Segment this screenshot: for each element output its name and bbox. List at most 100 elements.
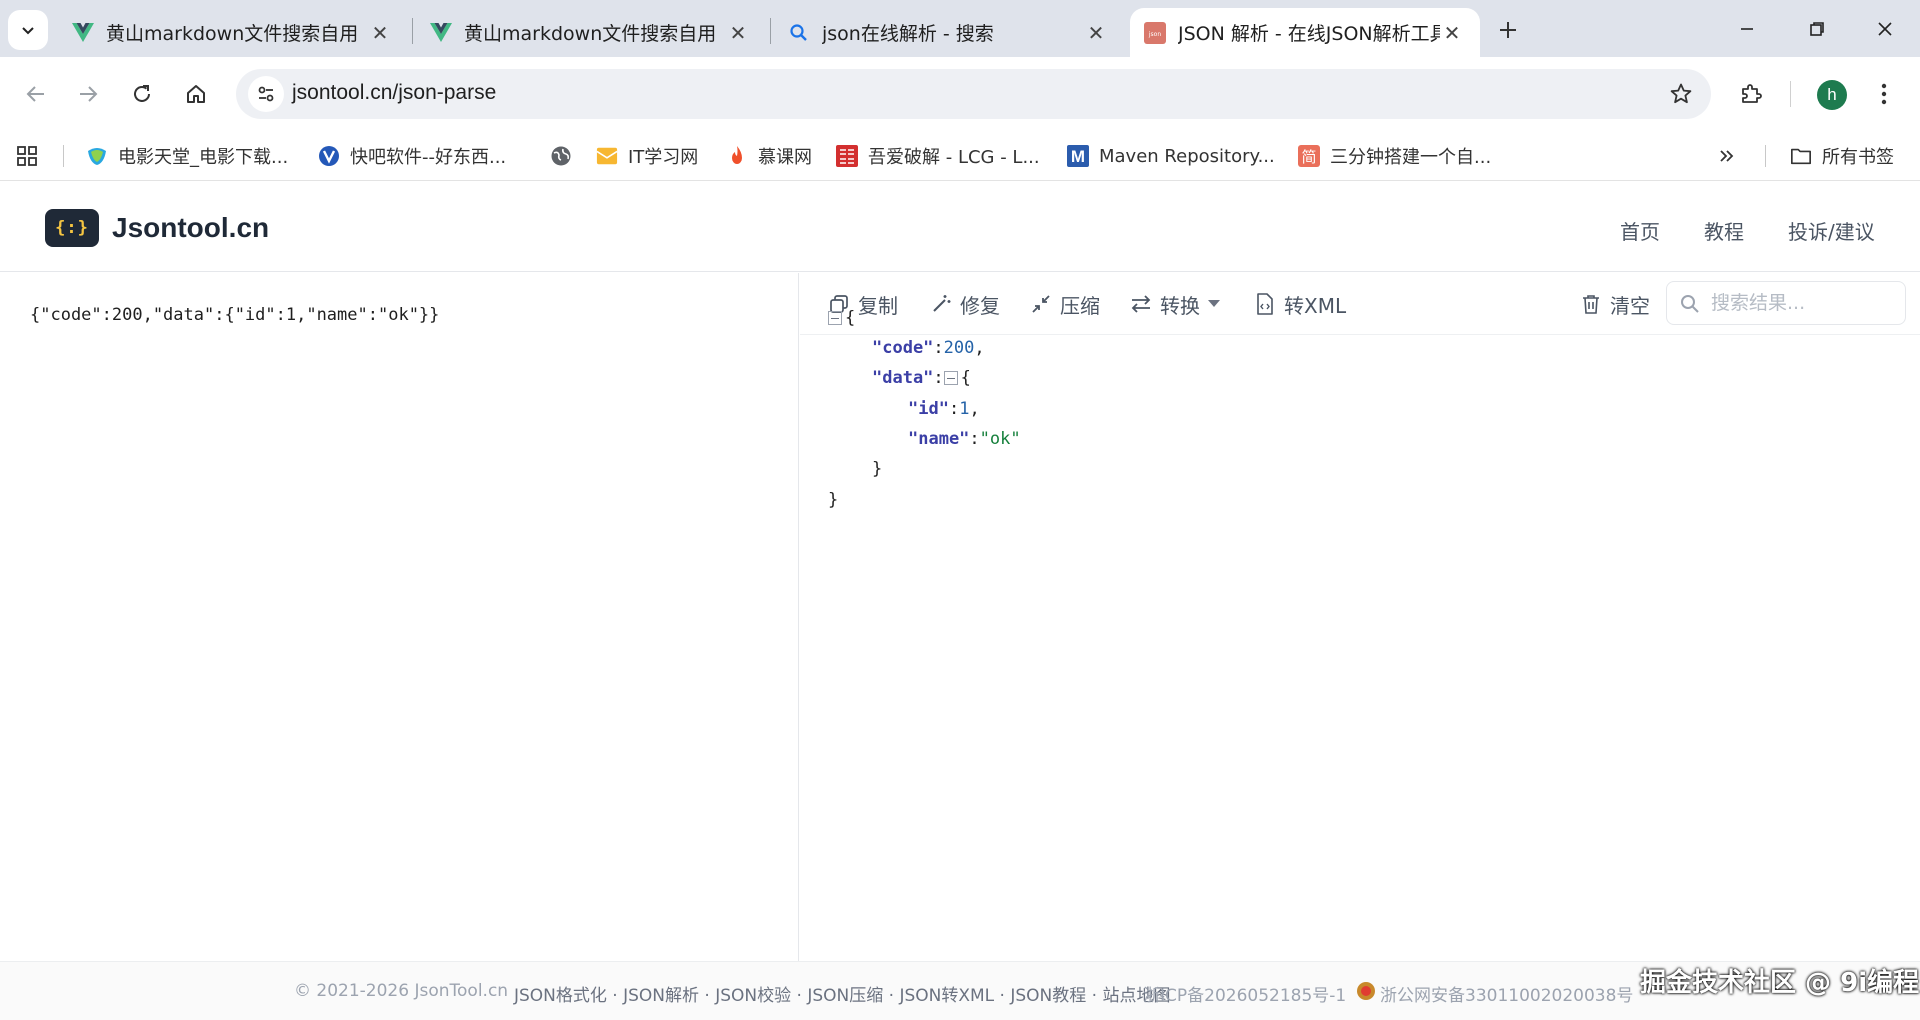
tab-search-button[interactable] [8, 10, 48, 50]
vue-icon [72, 22, 94, 44]
bookmarks-bar: 电影天堂_电影下载... 快吧软件--好东西... IT学习网 慕课网 吾爱破解… [0, 131, 1920, 181]
folder-icon [1790, 145, 1812, 167]
bookmark-kuaiba[interactable]: 快吧软件--好东西... [318, 139, 506, 173]
tab-title: json在线解析 - 搜索 [822, 23, 994, 45]
copy-label: 复制 [858, 293, 898, 318]
tab-huangshan-1[interactable]: 黄山markdown文件搜索自用 ✕ [58, 8, 408, 57]
json-site-icon: json [1144, 21, 1166, 44]
close-icon[interactable]: ✕ [726, 21, 750, 45]
tree-close-inner: } [872, 457, 882, 481]
restore-button[interactable] [1782, 0, 1852, 57]
tree-name-line: "name": "ok" [908, 429, 1021, 449]
footer-police[interactable]: 浙公网安备33011002020038号 [1380, 981, 1633, 1006]
bookmark-imooc[interactable]: 慕课网 [726, 139, 812, 173]
footer-icp[interactable]: 浙ICP备2026052185号-1 [1143, 981, 1346, 1006]
forward-button[interactable] [68, 74, 108, 114]
close-icon[interactable]: ✕ [1084, 21, 1108, 45]
collapse-toggle-icon[interactable] [828, 311, 842, 325]
reload-button[interactable] [122, 74, 162, 114]
profile-avatar[interactable]: h [1817, 80, 1847, 110]
result-search-box[interactable] [1666, 281, 1906, 325]
magic-wand-icon [930, 293, 952, 315]
convert-label: 转换 [1160, 293, 1200, 318]
all-bookmarks-folder[interactable]: 所有书签 [1790, 139, 1894, 173]
site-info-icon[interactable] [248, 76, 284, 112]
bookmark-divider [1765, 145, 1766, 167]
bookmark-globe[interactable] [550, 139, 582, 173]
json-input-editor[interactable]: {"code":200,"data":{"id":1,"name":"ok"}} [0, 273, 799, 961]
tree-string-value: "ok" [979, 429, 1021, 449]
repair-label: 修复 [960, 293, 1000, 318]
repair-button[interactable]: 修复 [930, 289, 1000, 319]
tree-data-line: "data":{ [872, 368, 971, 388]
chevron-double-right-icon [1718, 147, 1736, 165]
police-badge-icon [1356, 981, 1376, 1001]
tree-open-brace: { [845, 308, 856, 328]
browser-toolbar: jsontool.cn/json-parse [0, 57, 1920, 131]
extensions-button[interactable] [1731, 74, 1771, 114]
tree-code-line: "code":200, [872, 338, 985, 358]
bookmark-label: 慕课网 [758, 147, 812, 168]
footer-links[interactable]: JSON格式化 · JSON解析 · JSON校验 · JSON压缩 · JSO… [514, 981, 1170, 1006]
tab-json-search[interactable]: json在线解析 - 搜索 ✕ [774, 8, 1124, 57]
bookmark-label: Maven Repository... [1099, 145, 1275, 167]
apps-button[interactable] [16, 139, 38, 173]
nav-tutorial-link[interactable]: 教程 [1704, 216, 1744, 245]
arrow-left-icon [25, 83, 47, 105]
json-input-text[interactable]: {"code":200,"data":{"id":1,"name":"ok"}} [30, 305, 439, 325]
nav-feedback-link[interactable]: 投诉/建议 [1788, 216, 1875, 245]
tree-open-brace: { [960, 368, 971, 388]
bookmark-movie-heaven[interactable]: 电影天堂_电影下载... [86, 139, 288, 173]
tab-divider [770, 18, 771, 44]
compress-button[interactable]: 压缩 [1030, 289, 1100, 319]
bookmark-label: IT学习网 [628, 147, 699, 168]
close-icon[interactable]: ✕ [368, 21, 392, 45]
result-toolbar: 复制 修复 压缩 转换 转XML 清空 搜索结果... [800, 273, 1920, 335]
arrow-right-icon [77, 83, 99, 105]
bookmark-star-button[interactable] [1665, 78, 1697, 110]
tab-json-parse[interactable]: json JSON 解析 - 在线JSON解析工具 ✕ [1130, 8, 1480, 57]
jianshu-badge-text: 简 [1301, 148, 1316, 166]
bookmark-it-study[interactable]: IT学习网 [596, 139, 698, 173]
tab-huangshan-2[interactable]: 黄山markdown文件搜索自用 ✕ [416, 8, 766, 57]
menu-button[interactable] [1864, 74, 1904, 114]
url-text[interactable]: jsontool.cn/json-parse [292, 81, 496, 105]
star-icon [1669, 82, 1693, 106]
clear-button[interactable]: 清空 [1580, 289, 1650, 319]
tab-title: 黄山markdown文件搜索自用 [106, 23, 359, 45]
site-logo-text[interactable]: Jsontool.cn [112, 212, 269, 244]
tree-key: "name" [908, 429, 970, 449]
svg-text:json: json [1148, 31, 1161, 38]
bookmarks-overflow-button[interactable] [1718, 139, 1736, 173]
clear-label: 清空 [1610, 293, 1650, 318]
site-footer: © 2021-2026 JsonTool.cn JSON格式化 · JSON解析… [0, 961, 1920, 1020]
bookmark-maven[interactable]: M Maven Repository... [1067, 139, 1275, 173]
tree-root-line: { [828, 306, 855, 330]
back-button[interactable] [16, 74, 56, 114]
footer-copyright: © 2021-2026 JsonTool.cn [294, 981, 509, 1001]
address-bar[interactable]: jsontool.cn/json-parse [236, 69, 1711, 119]
nav-home-link[interactable]: 首页 [1620, 216, 1660, 245]
bookmark-jianshu[interactable]: 简 三分钟搭建一个自... [1298, 139, 1491, 173]
52pojie-icon [836, 145, 858, 167]
tree-id-line: "id":1, [908, 399, 980, 419]
new-tab-button[interactable] [1490, 12, 1526, 48]
result-search-input[interactable] [1711, 290, 1891, 316]
convert-dropdown[interactable]: 转换 [1130, 289, 1220, 319]
to-xml-button[interactable]: 转XML [1254, 289, 1346, 319]
it-study-icon [596, 145, 618, 167]
json-result-panel: 复制 修复 压缩 转换 转XML 清空 搜索结果... {"code": 2… [800, 273, 1920, 961]
collapse-toggle-icon[interactable] [943, 371, 958, 385]
home-button[interactable] [176, 74, 216, 114]
close-icon[interactable]: ✕ [1440, 21, 1464, 45]
close-window-button[interactable] [1850, 0, 1920, 57]
bookmark-label: 电影天堂_电影下载... [118, 147, 289, 168]
to-xml-label: 转XML [1284, 293, 1347, 318]
bookmark-52pojie[interactable]: 吾爱破解 - LCG - L... [836, 139, 1040, 173]
caret-down-icon [1208, 300, 1220, 308]
file-code-icon [1254, 293, 1276, 315]
tree-key: "data" [872, 368, 934, 388]
site-logo-mark[interactable]: {:} [45, 209, 99, 247]
apps-grid-icon [16, 145, 38, 167]
minimize-button[interactable] [1712, 0, 1782, 57]
